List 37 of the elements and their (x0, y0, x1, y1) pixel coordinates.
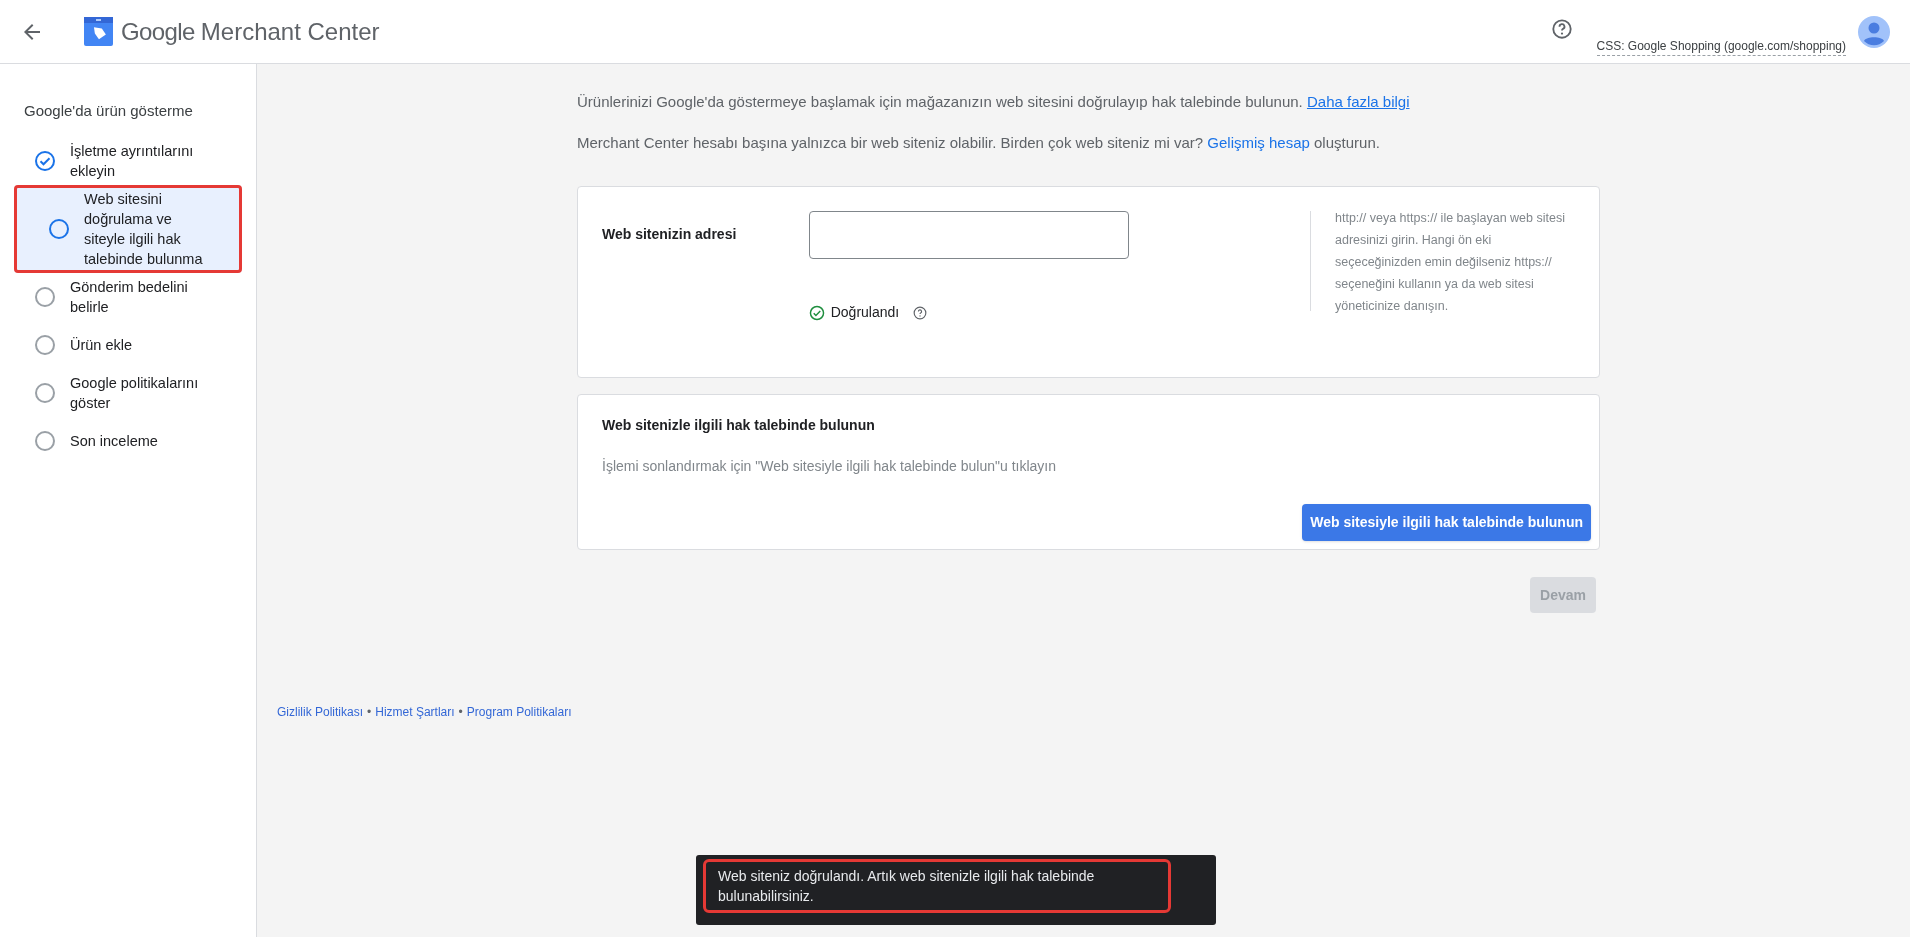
link[interactable]: Daha fazla bilgi (1306, 93, 1410, 110)
checkmark-circle-icon (34, 149, 56, 172)
intro-paragraph: Ürünlerinizi Google'da göstermeye başlamak için mağazanızın web sitesini doğrulayıp hak talebinde bulunun. Daha fazla bilgi (577, 92, 1411, 112)
sidebar-step[interactable]: İşletme ayrıntılarını ekleyin (0, 136, 256, 185)
toast-message: Web siteniz doğrulandı. Artık web sitenizle ilgili hak talebinde bulunabilirsiniz. (718, 867, 1096, 906)
footer-link[interactable]: Gizlilik Politikası (277, 703, 363, 721)
account-name[interactable]: CSS: Google Shopping (google.com/shopping) (1596, 37, 1846, 56)
website-field-label: Web sitenizin adresi (602, 225, 738, 244)
help-icon[interactable] (1550, 17, 1573, 40)
sidebar-step[interactable]: Gönderim bedelini belirle (0, 272, 256, 321)
intro-paragraph: Merchant Center hesabı başına yalnızca bir web siteniz olabilir. Birden çok web siteniz mi var? Gelişmiş hesap oluşturun. (577, 132, 1381, 153)
help-icon[interactable] (913, 305, 928, 320)
sidebar-step[interactable]: Son inceleme (0, 416, 256, 465)
website-help-text: http:// veya https:// ile başlayan web sitesi adresinizi girin. Hangi ön eki seçeceğinizden emin değilseniz https:// seçeneğini kullanın ya da web sitesi yöneticinize danışın. (1335, 210, 1566, 315)
footer-separator: • (367, 704, 372, 721)
verification-status: Doğrulandı (830, 303, 900, 322)
footer-separator: • (458, 704, 463, 721)
sidebar-step[interactable]: Ürün ekle (0, 320, 256, 369)
sidebar-step[interactable]: Web sitesini doğrulama ve siteyle ilgili hak talebinde bulunma (14, 184, 242, 273)
circle-icon (34, 333, 56, 356)
claim-card-description: İşlemi sonlandırmak için "Web sitesiyle ilgili hak talebinde bulun"u tıklayın (602, 457, 1057, 476)
footer-link[interactable]: Hizmet Şartları (375, 703, 455, 721)
claim-website-button[interactable]: Web sitesiyle ilgili hak talebinde bulunun (1302, 504, 1591, 541)
avatar-icon[interactable] (1858, 15, 1890, 48)
circle-icon (48, 217, 70, 240)
circle-icon (34, 429, 56, 452)
sidebar-heading: Google'da ürün gösterme (23, 101, 194, 121)
brand-name: Google (121, 16, 195, 47)
link[interactable]: Gelişmiş hesap (1207, 133, 1310, 151)
website-input-field[interactable] (808, 211, 1129, 259)
product-name: Merchant Center (200, 16, 380, 47)
footer-link[interactable]: Program Politikaları (466, 703, 572, 721)
circle-icon (34, 381, 56, 404)
merchant-center-logo-icon (84, 17, 113, 46)
circle-icon (34, 285, 56, 308)
sidebar-step[interactable]: Google politikalarını göster (0, 368, 256, 417)
claim-card-title: Web sitenizle ilgili hak talebinde bulunun (602, 416, 876, 435)
